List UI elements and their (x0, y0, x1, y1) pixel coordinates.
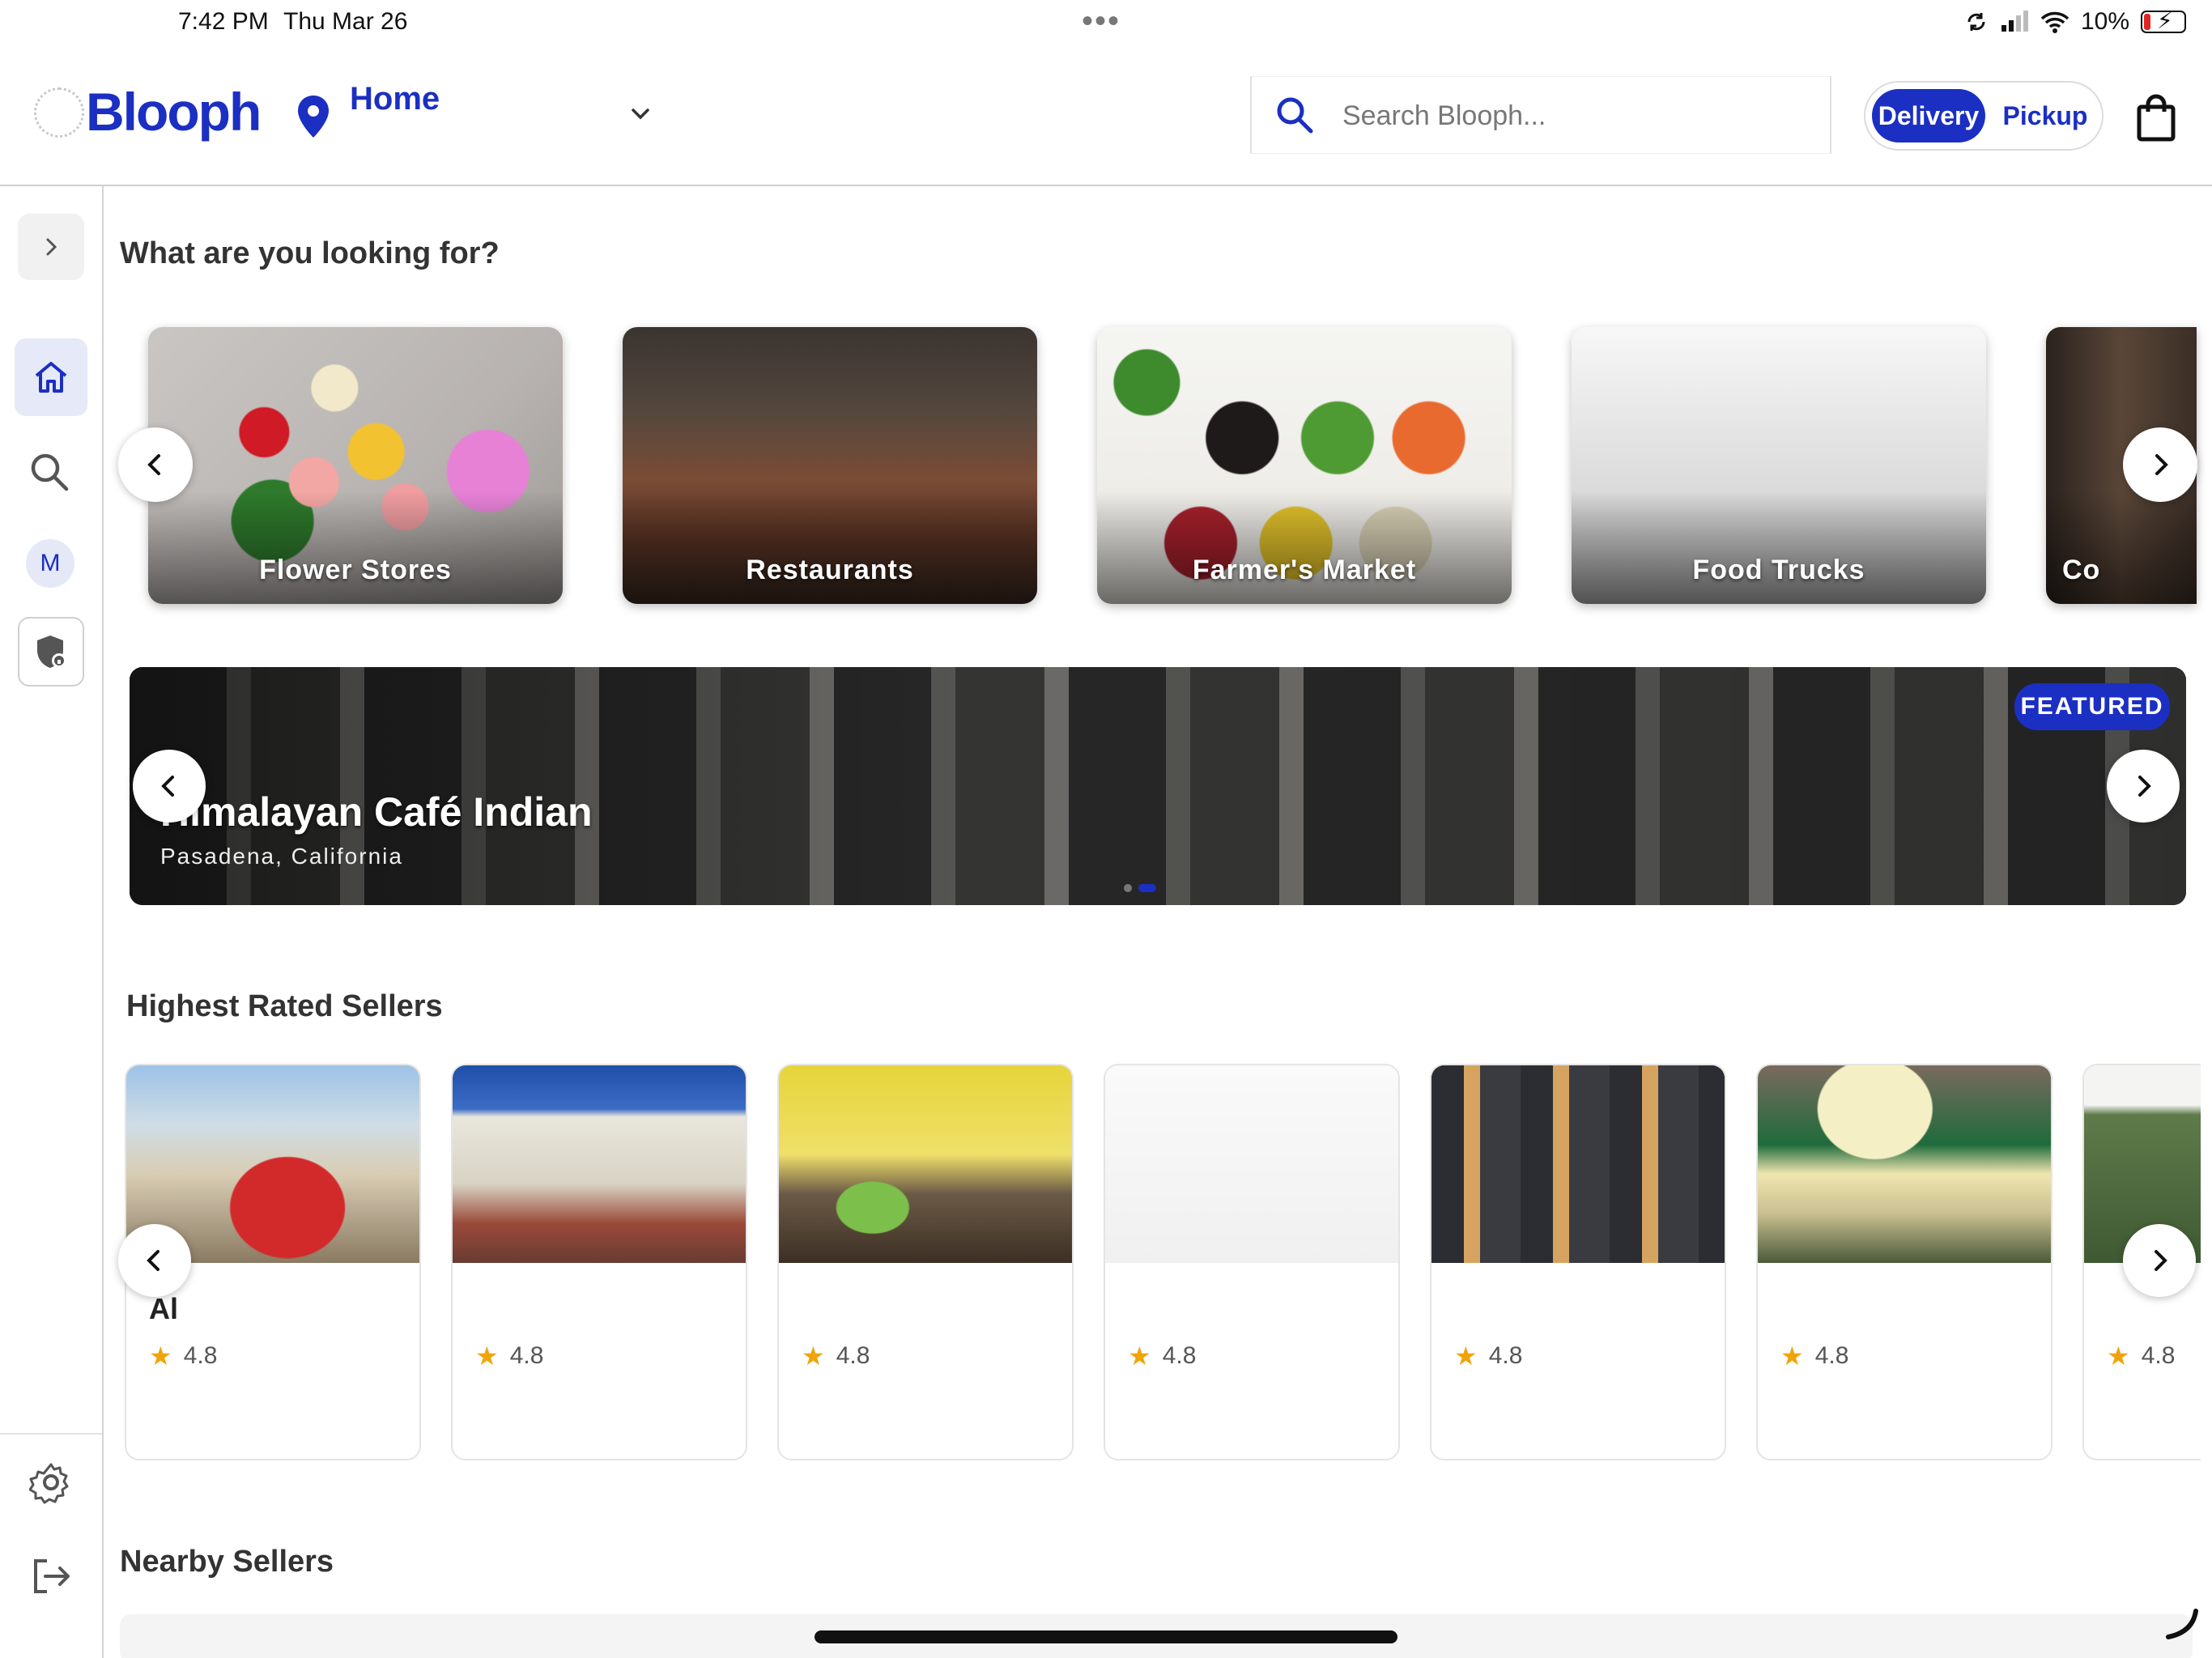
carousel-dot-active[interactable] (1138, 884, 1156, 892)
chevron-right-icon (2155, 1250, 2167, 1271)
status-bar: 7:42 PM Thu Mar 26 ••• 10% ⚡ (0, 0, 2212, 52)
seller-rating: ★ 4.8 (475, 1341, 544, 1371)
sellers-next-button[interactable] (2123, 1224, 2196, 1297)
seller-rating: ★ 4.8 (1780, 1341, 1849, 1371)
pickup-option[interactable]: Pickup (1995, 89, 2095, 142)
seller-rating: ★ 4.8 (149, 1341, 218, 1371)
status-time: 7:42 PM (178, 8, 269, 35)
seller-image (1431, 1065, 1725, 1263)
featured-badge: FEATURED (2014, 683, 2170, 730)
sellers-prev-button[interactable] (118, 1224, 191, 1297)
category-card-restaurants[interactable]: Restaurants (623, 327, 1037, 604)
featured-location: Pasadena, California (160, 844, 403, 869)
top-header: Blooph Home Delivery Pickup (0, 52, 2212, 186)
categories-title: What are you looking for? (120, 236, 500, 270)
category-card-farmers-market[interactable]: Farmer's Market (1097, 327, 1512, 604)
seller-card[interactable]: ★ 4.8 (451, 1064, 747, 1460)
search-input[interactable] (1342, 91, 1812, 140)
category-label: Co (2062, 555, 2101, 585)
wifi-icon (2040, 11, 2069, 33)
seller-image (1105, 1065, 1398, 1263)
featured-banner[interactable]: FEATURED Himalayan Café Indian Pasadena,… (130, 667, 2186, 905)
app-logo[interactable]: Blooph (86, 81, 262, 142)
location-label[interactable]: Home (350, 81, 440, 117)
status-date: Thu Mar 26 (283, 8, 408, 35)
logo-mark-icon (34, 87, 84, 138)
nearby-sellers-title: Nearby Sellers (120, 1545, 334, 1579)
star-icon: ★ (1454, 1341, 1478, 1371)
seller-card[interactable]: ★ 4.8 (777, 1064, 1074, 1460)
logout-icon[interactable] (29, 1554, 73, 1598)
seller-rating: ★ 4.8 (1128, 1341, 1197, 1371)
category-card-food-trucks[interactable]: Food Trucks (1572, 327, 1986, 604)
seller-card[interactable]: ★ 4.8 (1430, 1064, 1726, 1460)
star-icon: ★ (2107, 1341, 2130, 1371)
corner-curve-icon (2166, 1609, 2198, 1639)
chevron-left-icon (161, 776, 174, 797)
search-bar[interactable] (1250, 76, 1831, 154)
shopping-bag-icon[interactable] (2134, 92, 2178, 142)
seller-image (453, 1065, 746, 1263)
delivery-pickup-toggle[interactable]: Delivery Pickup (1864, 81, 2104, 151)
sync-icon (1967, 13, 1985, 31)
sidebar-item-home[interactable] (15, 338, 87, 416)
featured-prev-button[interactable] (133, 750, 206, 823)
status-indicators: 10% ⚡ (1964, 8, 2186, 36)
categories-prev-button[interactable] (118, 427, 193, 502)
seller-name: Al (149, 1292, 178, 1325)
categories-next-button[interactable] (2123, 427, 2197, 502)
featured-next-button[interactable] (2107, 750, 2180, 823)
seller-rating: ★ 4.8 (1454, 1341, 1523, 1371)
featured-title: Himalayan Café Indian (160, 789, 593, 835)
sidebar-expand-button[interactable] (18, 214, 84, 280)
star-icon: ★ (1780, 1341, 1804, 1371)
star-icon: ★ (475, 1341, 499, 1371)
highest-rated-title: Highest Rated Sellers (126, 989, 443, 1023)
search-icon (1277, 97, 1313, 134)
category-label: Food Trucks (1692, 555, 1865, 585)
chevron-down-icon[interactable] (628, 102, 653, 126)
category-label: Restaurants (746, 555, 914, 585)
star-icon: ★ (149, 1341, 172, 1371)
category-card-flower-stores[interactable]: Flower Stores (148, 327, 563, 604)
seller-rating: ★ 4.8 (2107, 1341, 2176, 1371)
location-pin-icon[interactable] (295, 94, 332, 139)
chevron-left-icon (147, 1250, 160, 1271)
shield-icon (37, 636, 66, 668)
chevron-right-icon (46, 238, 57, 256)
avatar[interactable]: M (26, 539, 74, 588)
sidebar-item-security[interactable] (18, 617, 84, 687)
star-icon: ★ (802, 1341, 825, 1371)
chevron-left-icon (147, 454, 160, 475)
sidebar-search-icon[interactable] (28, 450, 71, 494)
delivery-option[interactable]: Delivery (1872, 89, 1985, 142)
home-indicator[interactable] (815, 1630, 1397, 1643)
home-icon (35, 362, 67, 393)
seller-card[interactable]: ★ 4.8 (1756, 1064, 2052, 1460)
category-label: Flower Stores (259, 555, 452, 585)
carousel-dot[interactable] (1124, 884, 1132, 892)
signal-icon (2001, 11, 2028, 32)
battery-percent: 10% (2080, 8, 2129, 35)
star-icon: ★ (1128, 1341, 1151, 1371)
battery-icon: ⚡ (2141, 8, 2186, 33)
gear-icon[interactable] (29, 1460, 73, 1504)
sidebar-divider (0, 1433, 102, 1435)
chevron-right-icon (2138, 776, 2151, 797)
sidebar: M (0, 186, 104, 1658)
seller-image (779, 1065, 1072, 1263)
seller-image (1758, 1065, 2051, 1263)
multitasking-dots-icon[interactable]: ••• (1082, 3, 1121, 40)
chevron-right-icon (2155, 454, 2168, 475)
category-label: Farmer's Market (1192, 555, 1417, 585)
seller-rating: ★ 4.8 (802, 1341, 870, 1371)
seller-card[interactable]: ★ 4.8 (1104, 1064, 1400, 1460)
